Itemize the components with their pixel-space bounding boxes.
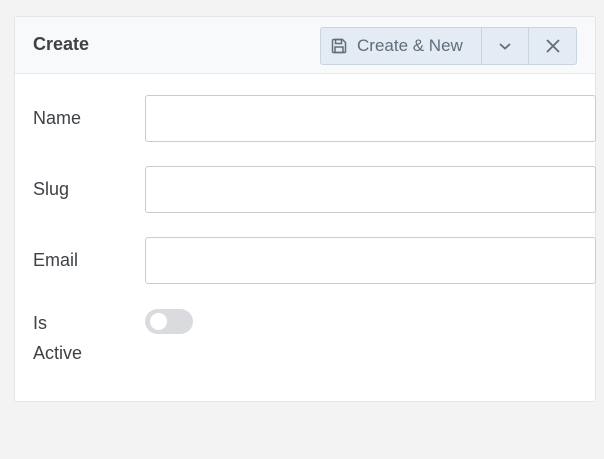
is-active-label: Is Active bbox=[33, 308, 82, 368]
is-active-toggle[interactable] bbox=[145, 309, 193, 334]
create-and-new-label: Create & New bbox=[357, 36, 463, 55]
email-input[interactable] bbox=[145, 237, 596, 284]
email-row: Email bbox=[33, 237, 596, 285]
close-button[interactable] bbox=[528, 28, 576, 64]
slug-row: Slug bbox=[33, 166, 596, 214]
close-icon bbox=[545, 38, 561, 54]
more-options-button[interactable] bbox=[481, 28, 528, 64]
email-label: Email bbox=[33, 250, 79, 270]
create-and-new-button[interactable]: Create & New bbox=[321, 28, 481, 64]
name-row: Name bbox=[33, 95, 596, 143]
slug-input[interactable] bbox=[145, 166, 596, 213]
save-icon bbox=[331, 38, 347, 54]
is-active-label-line2: Active bbox=[33, 343, 83, 363]
is-active-label-line1: Is bbox=[33, 313, 48, 333]
toggle-knob bbox=[150, 313, 167, 330]
panel-title: Create bbox=[33, 34, 90, 54]
name-input[interactable] bbox=[145, 95, 596, 142]
is-active-row: Is Active bbox=[33, 308, 577, 378]
name-label: Name bbox=[33, 108, 82, 128]
panel-header: Create Create & New bbox=[15, 17, 595, 74]
slug-label: Slug bbox=[33, 179, 70, 199]
chevron-down-icon bbox=[498, 41, 512, 51]
create-panel: Create Create & New Name Slug Email Is A… bbox=[14, 16, 596, 402]
action-button-group: Create & New bbox=[320, 27, 577, 65]
